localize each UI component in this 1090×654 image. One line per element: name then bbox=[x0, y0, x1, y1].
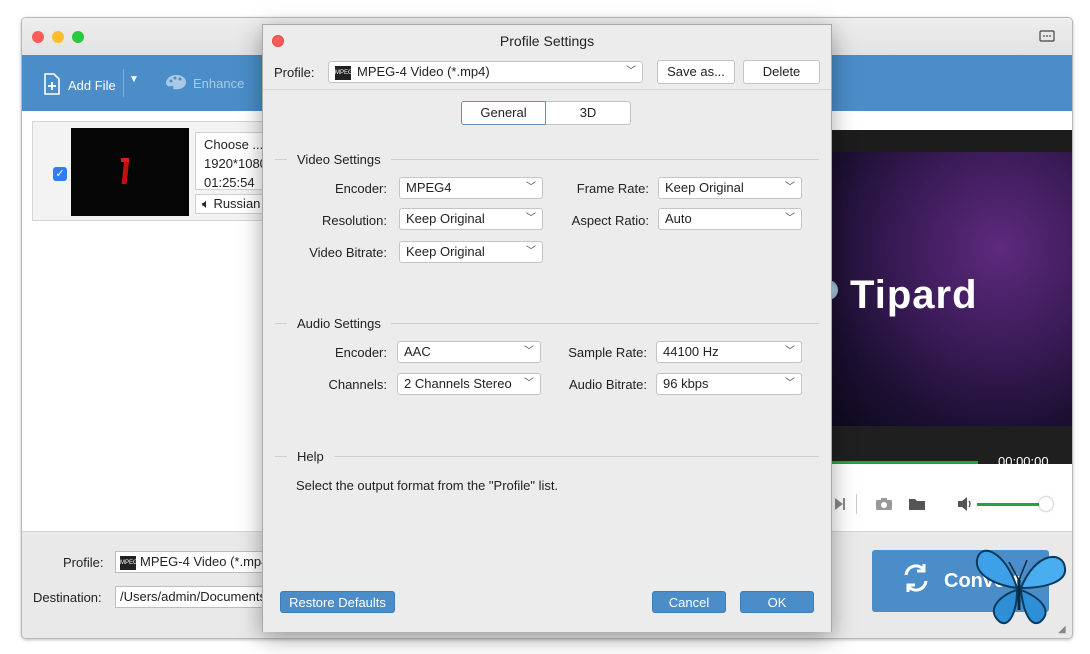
volume-icon[interactable] bbox=[956, 496, 974, 515]
speaker-icon: 🔈︎ bbox=[202, 196, 210, 211]
bottom-profile-select[interactable]: MPEG MPEG-4 Video (*.mp4) bbox=[115, 551, 265, 573]
sample-rate-label: Sample Rate: bbox=[568, 345, 647, 360]
mpeg-format-icon: MPEG bbox=[120, 555, 138, 570]
add-file-label: Add File bbox=[68, 78, 116, 93]
dialog-profile-label: Profile: bbox=[274, 65, 315, 80]
bottom-profile-value: MPEG-4 Video (*.mp4) bbox=[140, 554, 265, 569]
bottom-profile-label: Profile: bbox=[63, 555, 104, 570]
destination-label: Destination: bbox=[33, 590, 102, 605]
folder-icon[interactable] bbox=[908, 497, 926, 514]
video-bitrate-select[interactable]: Keep Original ﹀ bbox=[399, 241, 543, 263]
add-file-dropdown-icon[interactable]: ▼ bbox=[129, 74, 139, 85]
file-checkbox[interactable]: ✓ bbox=[53, 167, 67, 181]
restore-defaults-button[interactable]: Restore Defaults bbox=[280, 591, 395, 613]
chevron-down-icon: ﹀ bbox=[785, 213, 795, 224]
profile-settings-dialog: Profile Settings Profile: MPEG MPEG-4 Vid… bbox=[262, 24, 832, 632]
next-frame-icon[interactable] bbox=[834, 497, 846, 514]
resolution-label: Resolution: bbox=[321, 213, 387, 228]
video-bitrate-value: Keep Original bbox=[406, 244, 485, 259]
audio-settings-title: Audio Settings bbox=[287, 316, 391, 331]
channels-label: Channels: bbox=[328, 377, 387, 392]
dialog-title: Profile Settings bbox=[499, 33, 595, 49]
sample-rate-select[interactable]: 44100 Hz ﹀ bbox=[656, 341, 802, 363]
sample-rate-value: 44100 Hz bbox=[663, 344, 719, 359]
frame-rate-value: Keep Original bbox=[665, 180, 744, 195]
zoom-window-button[interactable] bbox=[72, 31, 84, 43]
aspect-ratio-value: Auto bbox=[665, 211, 692, 226]
help-section-divider bbox=[275, 456, 819, 457]
aspect-ratio-label: Aspect Ratio: bbox=[571, 213, 649, 228]
file-resolution: 1920*1080 bbox=[204, 156, 267, 171]
audio-bitrate-select[interactable]: 96 kbps ﹀ bbox=[656, 373, 802, 395]
enhance-button[interactable]: Enhance bbox=[165, 73, 244, 94]
audio-encoder-label: Encoder: bbox=[334, 345, 387, 360]
dialog-profile-select[interactable]: MPEG MPEG-4 Video (*.mp4) ﹀ bbox=[328, 61, 643, 83]
thumbnail-figure-top bbox=[121, 158, 129, 162]
tab-3d[interactable]: 3D bbox=[546, 101, 631, 125]
convert-icon bbox=[902, 563, 930, 599]
volume-slider-knob[interactable] bbox=[1039, 497, 1053, 511]
preview-time: 00:00:00 bbox=[998, 454, 1049, 469]
tab-general[interactable]: General bbox=[461, 101, 546, 125]
preview-progress[interactable] bbox=[830, 461, 978, 464]
butterfly-icon bbox=[965, 540, 1075, 630]
delete-button[interactable]: Delete bbox=[743, 60, 820, 84]
minimize-window-button[interactable] bbox=[52, 31, 64, 43]
brand-text: Tipard bbox=[850, 273, 978, 317]
video-encoder-value: MPEG4 bbox=[406, 180, 452, 195]
close-window-button[interactable] bbox=[32, 31, 44, 43]
add-file-icon bbox=[42, 73, 62, 98]
video-thumbnail[interactable] bbox=[71, 128, 189, 216]
aspect-ratio-select[interactable]: Auto ﹀ bbox=[658, 208, 802, 230]
save-as-button[interactable]: Save as... bbox=[657, 60, 735, 84]
volume-slider-track[interactable] bbox=[977, 503, 1045, 506]
help-text: Select the output format from the "Profi… bbox=[296, 478, 559, 493]
chevron-down-icon: ﹀ bbox=[785, 182, 795, 193]
palette-icon bbox=[165, 73, 187, 94]
frame-rate-select[interactable]: Keep Original ﹀ bbox=[658, 177, 802, 199]
chevron-down-icon: ﹀ bbox=[785, 346, 795, 357]
file-list-item[interactable]: ✓ Choose ... 1920*1080 01:25:54 🔈︎ Russi… bbox=[32, 121, 275, 221]
add-file-button[interactable]: Add File bbox=[42, 73, 116, 98]
chevron-down-icon: ﹀ bbox=[626, 66, 636, 77]
toolbar-divider bbox=[123, 69, 124, 97]
chevron-down-icon: ﹀ bbox=[526, 246, 536, 257]
resolution-value: Keep Original bbox=[406, 211, 485, 226]
video-encoder-label: Encoder: bbox=[334, 181, 387, 196]
mpeg-format-icon: MPEG bbox=[335, 65, 353, 80]
audio-track-label: Russian bbox=[213, 196, 261, 211]
video-settings-title: Video Settings bbox=[287, 152, 391, 167]
snapshot-icon[interactable] bbox=[875, 497, 893, 514]
channels-value: 2 Channels Stereo bbox=[404, 376, 512, 391]
frame-rate-label: Frame Rate: bbox=[576, 181, 649, 196]
audio-bitrate-value: 96 kbps bbox=[663, 376, 709, 391]
dialog-profile-row: Profile: MPEG MPEG-4 Video (*.mp4) ﹀ Save… bbox=[263, 57, 831, 89]
file-name: Choose ... bbox=[204, 137, 264, 152]
destination-field[interactable]: /Users/admin/Documents bbox=[115, 586, 265, 608]
chevron-down-icon: ﹀ bbox=[785, 378, 795, 389]
controls-divider bbox=[856, 494, 857, 514]
enhance-label: Enhance bbox=[193, 76, 245, 91]
feedback-icon[interactable] bbox=[1039, 30, 1055, 47]
dialog-content: General 3D Video Settings Encoder: MPEG4… bbox=[263, 89, 831, 632]
video-bitrate-label: Video Bitrate: bbox=[309, 245, 387, 260]
help-title: Help bbox=[287, 449, 334, 464]
dialog-close-button[interactable] bbox=[272, 35, 284, 47]
preview-header bbox=[830, 130, 1072, 152]
cancel-button[interactable]: Cancel bbox=[652, 591, 726, 613]
ok-button[interactable]: OK bbox=[740, 591, 814, 613]
audio-bitrate-label: Audio Bitrate: bbox=[568, 377, 647, 392]
audio-encoder-value: AAC bbox=[404, 344, 431, 359]
dialog-profile-value: MPEG-4 Video (*.mp4) bbox=[357, 64, 490, 79]
